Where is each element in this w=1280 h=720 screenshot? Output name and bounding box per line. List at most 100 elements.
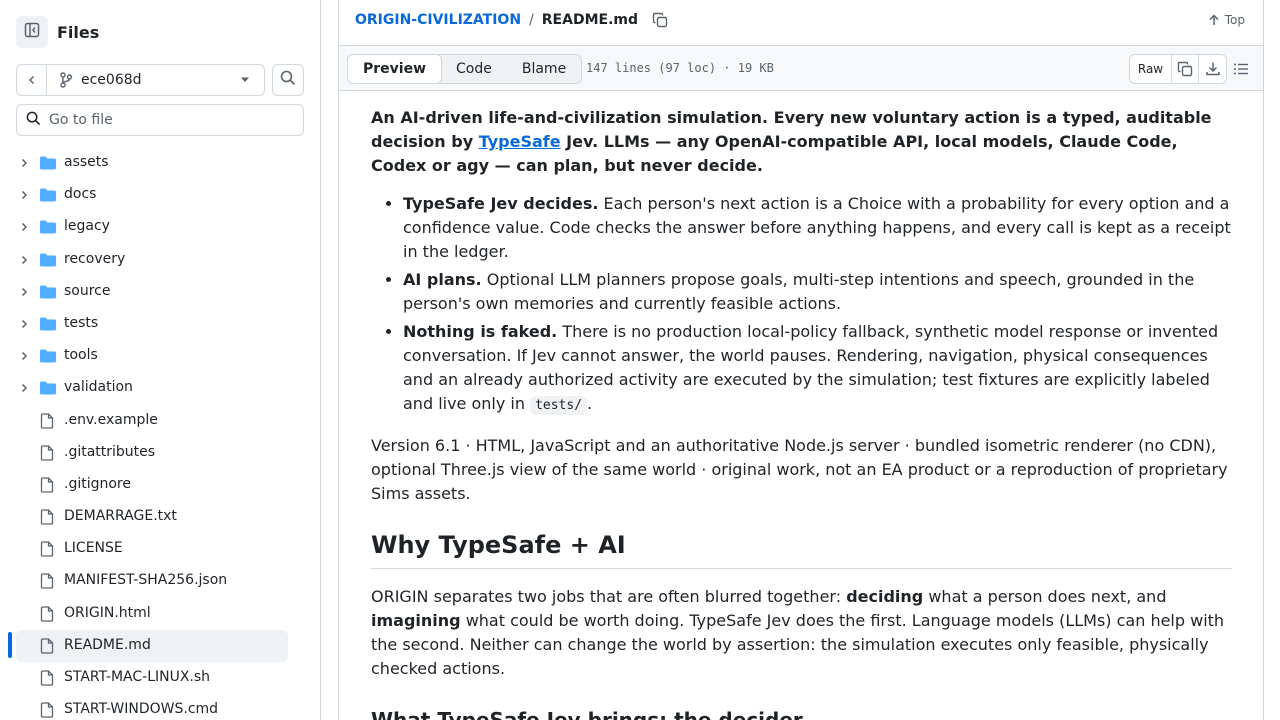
why-text: what could be worth doing. TypeSafe Jev … [371, 611, 1225, 678]
search-icon [280, 70, 296, 90]
why-text: ORIGIN separates two jobs that are often… [371, 587, 847, 606]
subsection-heading: What TypeSafe Jev brings: the decider [371, 708, 803, 720]
tree-file-start-windows-cmd[interactable]: START-WINDOWS.cmd [0, 694, 320, 720]
branch-name: ece068d [81, 72, 142, 88]
file-actions: Raw [1129, 54, 1227, 84]
tree-item-label: recovery [64, 250, 126, 267]
tree-folder-docs[interactable]: docs [0, 179, 320, 211]
collapse-sidebar-button[interactable] [16, 16, 48, 48]
tree-item-label: LICENSE [64, 540, 123, 557]
folder-icon [39, 155, 57, 171]
chevron-right-icon[interactable] [18, 382, 30, 394]
chevron-right-icon[interactable] [18, 189, 30, 201]
file-tree-sidebar: Files ece068d Go to file assets docs leg… [0, 0, 321, 720]
chevron-right-icon[interactable] [18, 254, 30, 266]
bullet-heading: Nothing is faked. [403, 322, 558, 341]
tab-code[interactable]: Code [441, 55, 507, 83]
tree-item-label: tests [64, 314, 99, 331]
copy-path-button[interactable] [652, 12, 668, 28]
outline-button[interactable] [1233, 61, 1249, 77]
folder-icon [39, 380, 57, 396]
go-to-file-input[interactable] [49, 112, 289, 128]
tree-item-label: ORIGIN.html [64, 604, 151, 621]
feature-list: TypeSafe Jev decides. Each person's next… [403, 192, 1232, 418]
view-mode-tabs: Preview Code Blame [347, 54, 583, 84]
file-tree: assets docs legacy recovery source tests tools… [0, 147, 320, 720]
why-bold: imagining [371, 611, 461, 630]
sidebar-collapse-icon [24, 22, 40, 42]
breadcrumb: ORIGIN-CIVILIZATION / README.md [355, 12, 668, 28]
bullet-text: Optional LLM planners propose goals, mul… [403, 270, 1195, 313]
file-icon [40, 670, 54, 686]
tree-item-label: START-WINDOWS.cmd [64, 701, 219, 718]
tree-file--gitattributes[interactable]: .gitattributes [0, 437, 320, 469]
markdown-body: An AI-driven life-and-civilization simul… [371, 106, 1232, 720]
folder-icon [39, 348, 57, 364]
bullet-heading: TypeSafe Jev decides. [403, 194, 599, 213]
list-unordered-icon [1234, 63, 1248, 75]
tree-file-start-mac-linux-sh[interactable]: START-MAC-LINUX.sh [0, 662, 320, 694]
back-to-top-button[interactable]: Top [1208, 13, 1245, 27]
why-paragraph: ORIGIN separates two jobs that are often… [371, 585, 1232, 681]
tree-folder-source[interactable]: source [0, 276, 320, 308]
tree-file-license[interactable]: LICENSE [0, 533, 320, 565]
readme-intro: An AI-driven life-and-civilization simul… [371, 106, 1232, 178]
file-icon [40, 509, 54, 525]
list-item: Nothing is faked. There is no production… [403, 320, 1232, 418]
inline-code: tests/ [530, 396, 588, 415]
copy-raw-button[interactable] [1172, 55, 1199, 83]
why-bold: deciding [846, 587, 924, 606]
tree-item-label: START-MAC-LINUX.sh [64, 669, 211, 685]
copy-icon [652, 12, 668, 28]
version-line: Version 6.1 · HTML, JavaScript and an au… [371, 436, 1228, 503]
tree-folder-validation[interactable]: validation [0, 372, 320, 404]
tree-item-label: .gitattributes [64, 443, 156, 460]
tree-folder-tools[interactable]: tools [0, 340, 320, 372]
tree-item-label: validation [64, 379, 133, 396]
chevron-right-icon[interactable] [18, 350, 30, 362]
tree-folder-assets[interactable]: assets [0, 147, 320, 179]
tree-item-label: assets [64, 154, 109, 170]
file-icon [40, 445, 54, 461]
tree-file--env-example[interactable]: .env.example [0, 405, 320, 437]
typesafe-link[interactable]: TypeSafe [479, 132, 561, 151]
chevron-right-icon[interactable] [18, 157, 30, 169]
tree-folder-tests[interactable]: tests [0, 308, 320, 340]
git-branch-icon [59, 72, 73, 88]
tree-file-demarrage-txt[interactable]: DEMARRAGE.txt [0, 501, 320, 533]
file-icon [40, 541, 54, 557]
caret-down-icon [240, 77, 250, 83]
sidebar-header: Files [16, 16, 99, 48]
download-icon [1205, 62, 1220, 76]
tab-blame[interactable]: Blame [507, 55, 581, 83]
file-icon [40, 412, 54, 429]
tree-file-origin-html[interactable]: ORIGIN.html [0, 598, 320, 630]
search-files-button[interactable] [272, 64, 304, 96]
tree-item-label: .gitignore [64, 475, 131, 492]
tree-folder-legacy[interactable]: legacy [0, 211, 320, 243]
back-button[interactable] [17, 65, 47, 95]
download-button[interactable] [1199, 55, 1226, 83]
go-to-file-box[interactable] [16, 104, 304, 136]
tree-item-label: README.md [64, 636, 151, 653]
tree-item-label: tools [64, 347, 98, 364]
bullet-heading: AI plans. [403, 270, 482, 289]
tree-file-readme-md[interactable]: README.md [0, 629, 320, 663]
why-text: what a person does next, and [923, 587, 1167, 606]
branch-selector[interactable]: ece068d [16, 64, 265, 96]
tree-file-manifest-sha256-json[interactable]: MANIFEST-SHA256.json [0, 565, 320, 597]
tree-file--gitignore[interactable]: .gitignore [0, 469, 320, 501]
file-icon [40, 605, 54, 622]
chevron-right-icon[interactable] [18, 286, 30, 298]
tree-item-label: MANIFEST-SHA256.json [64, 572, 228, 589]
chevron-right-icon[interactable] [18, 318, 30, 330]
tab-preview[interactable]: Preview [347, 54, 443, 84]
readme-viewer: ORIGIN-CIVILIZATION / README.md Top Prev… [338, 0, 1264, 720]
tree-folder-recovery[interactable]: recovery [0, 244, 320, 276]
raw-button[interactable]: Raw [1130, 55, 1172, 83]
tree-item-label: docs [64, 186, 97, 203]
breadcrumb-repo-link[interactable]: ORIGIN-CIVILIZATION [355, 12, 521, 28]
top-label: Top [1224, 13, 1245, 27]
copy-icon [1177, 61, 1193, 77]
chevron-right-icon[interactable] [18, 221, 30, 233]
